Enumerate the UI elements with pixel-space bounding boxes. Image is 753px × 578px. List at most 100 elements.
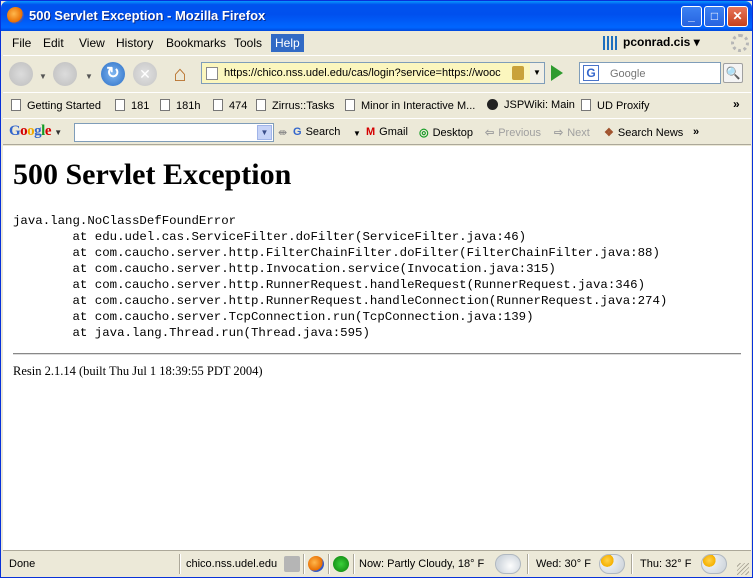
- bookmark-item[interactable]: Getting Started: [11, 99, 101, 112]
- stop-button[interactable]: ✕: [133, 62, 157, 86]
- server-info: Resin 2.1.14 (built Thu Jul 1 18:39:55 P…: [13, 364, 263, 378]
- minimize-button[interactable]: _: [681, 6, 702, 27]
- title-bar[interactable]: 500 Servlet Exception - Mozilla Firefox …: [1, 1, 752, 31]
- bookmark-item[interactable]: JSPWiki: Main: [487, 99, 575, 111]
- google-search-button[interactable]: G Search: [293, 126, 340, 138]
- menu-edit[interactable]: Edit: [43, 36, 64, 50]
- url-history-dropdown[interactable]: ▼: [530, 62, 545, 84]
- status-divider: [328, 554, 330, 574]
- back-button[interactable]: [9, 62, 33, 86]
- search-box[interactable]: G: [579, 62, 721, 84]
- forward-history-dropdown-icon[interactable]: ▼: [85, 72, 93, 81]
- partly-sunny-weather-icon: [599, 554, 625, 574]
- account-menu[interactable]: pconrad.cis ▾: [603, 35, 700, 50]
- stop-icon: ✕: [139, 66, 151, 82]
- maximize-button[interactable]: □: [704, 6, 725, 27]
- account-bars-icon: [603, 36, 619, 50]
- stack-trace: java.lang.NoClassDefFoundError at edu.ud…: [13, 213, 667, 341]
- firefox-logo-icon: [7, 7, 24, 24]
- page-icon: [345, 99, 355, 111]
- stack-line: at com.caucho.server.http.Invocation.ser…: [13, 262, 556, 276]
- home-button[interactable]: ⌂: [167, 61, 193, 87]
- weather-thu[interactable]: Thu: 32° F: [640, 558, 691, 570]
- search-dropdown-icon[interactable]: ▼: [353, 129, 361, 138]
- wiki-icon: [487, 99, 498, 110]
- chevron-down-icon: ▼: [533, 68, 541, 77]
- desktop-button[interactable]: ◎ Desktop: [419, 126, 473, 139]
- status-ok-icon[interactable]: [333, 556, 349, 572]
- menu-bookmarks[interactable]: Bookmarks: [166, 36, 226, 50]
- google-toolbar-overflow-chevron-icon[interactable]: »: [693, 126, 699, 138]
- toolbar-resize-handle-icon[interactable]: ⇼: [278, 126, 287, 139]
- reload-button[interactable]: ↻: [101, 62, 125, 86]
- url-bar[interactable]: https://chico.nss.udel.edu/cas/login?ser…: [201, 62, 531, 84]
- bookmark-item[interactable]: Minor in Interactive M...: [345, 99, 475, 112]
- chevron-down-icon[interactable]: ▼: [257, 125, 272, 140]
- reload-icon: ↻: [106, 65, 120, 82]
- menu-view[interactable]: View: [79, 36, 105, 50]
- home-icon: ⌂: [173, 61, 187, 86]
- search-news-button[interactable]: ❖ Search News: [604, 126, 683, 139]
- back-history-dropdown-icon[interactable]: ▼: [39, 72, 47, 81]
- google-logo[interactable]: Google ▼: [9, 123, 62, 140]
- next-button[interactable]: ⇨ Next: [554, 126, 590, 139]
- menu-tools[interactable]: Tools: [234, 36, 262, 50]
- search-engine-google-icon[interactable]: G: [583, 65, 599, 81]
- stack-line: at com.caucho.server.http.FilterChainFil…: [13, 246, 660, 260]
- news-icon: ❖: [604, 127, 614, 139]
- weather-wed[interactable]: Wed: 30° F: [536, 558, 591, 570]
- bookmark-item[interactable]: 181: [115, 99, 149, 112]
- partly-sunny-weather-icon: [701, 554, 727, 574]
- horizontal-rule: [13, 353, 741, 355]
- bookmarks-overflow-chevron-icon[interactable]: »: [733, 97, 740, 111]
- gmail-button[interactable]: M Gmail: [366, 126, 408, 138]
- stack-line: java.lang.NoClassDefFoundError: [13, 214, 237, 228]
- search-input[interactable]: [610, 66, 718, 81]
- status-divider: [303, 554, 305, 574]
- search-go-button[interactable]: 🔍: [723, 63, 743, 83]
- bookmark-item[interactable]: Zirrus::Tasks: [256, 99, 334, 112]
- previous-arrow-icon: ⇦: [485, 127, 495, 139]
- close-button[interactable]: ✕: [727, 6, 748, 27]
- window-title: 500 Servlet Exception - Mozilla Firefox: [29, 8, 266, 23]
- go-button[interactable]: [551, 65, 563, 81]
- previous-button[interactable]: ⇦ Previous: [485, 126, 541, 139]
- google-toolbar: Google ▼ ▼ ⇼ G Search ▼ M Gmail ◎ Desktop ⇦…: [3, 118, 751, 145]
- firefox-extension-icon[interactable]: [308, 556, 324, 572]
- page-icon: [213, 99, 223, 111]
- bookmark-item[interactable]: 474: [213, 99, 247, 112]
- stack-line: at com.caucho.server.http.RunnerRequest.…: [13, 278, 646, 292]
- resize-grip-icon[interactable]: [737, 563, 749, 575]
- gmail-icon: M: [366, 126, 376, 138]
- stack-line: at com.caucho.server.http.RunnerRequest.…: [13, 294, 668, 308]
- status-domain[interactable]: chico.nss.udel.edu: [186, 558, 277, 570]
- status-bar: Done chico.nss.udel.edu Now: Partly Clou…: [3, 550, 751, 577]
- minimize-icon: _: [688, 9, 695, 23]
- page-favicon-icon: [206, 67, 218, 80]
- stack-line: at com.caucho.server.TcpConnection.run(T…: [13, 310, 534, 324]
- url-text[interactable]: https://chico.nss.udel.edu/cas/login?ser…: [224, 67, 510, 79]
- ssl-lock-icon[interactable]: [512, 66, 524, 80]
- bookmark-item[interactable]: 181h: [160, 99, 200, 112]
- page-icon: [160, 99, 170, 111]
- google-search-input[interactable]: ▼: [74, 123, 274, 142]
- navigation-toolbar: ▼ ▼ ↻ ✕ ⌂ https://chico.nss.udel.edu/cas…: [3, 55, 751, 91]
- cloudy-weather-icon: [495, 554, 521, 574]
- close-icon: ✕: [732, 9, 743, 23]
- page-icon: [115, 99, 125, 111]
- menu-bar: File Edit View History Bookmarks Tools H…: [3, 31, 751, 55]
- google-menu-dropdown-icon: ▼: [54, 128, 62, 137]
- menu-help[interactable]: Help: [271, 34, 304, 52]
- menu-file[interactable]: File: [12, 36, 31, 50]
- menu-history[interactable]: History: [116, 36, 153, 50]
- page-icon: [256, 99, 266, 111]
- stack-line: at edu.udel.cas.ServiceFilter.doFilter(S…: [13, 230, 527, 244]
- security-lock-icon[interactable]: [284, 556, 300, 572]
- status-divider: [527, 554, 529, 574]
- weather-now[interactable]: Now: Partly Cloudy, 18° F: [359, 558, 484, 570]
- bookmark-item[interactable]: UD Proxify: [581, 99, 650, 112]
- page-heading: 500 Servlet Exception: [13, 158, 292, 191]
- page-content: 500 Servlet Exception java.lang.NoClassD…: [3, 146, 751, 550]
- forward-button[interactable]: [53, 62, 77, 86]
- status-text: Done: [9, 558, 36, 570]
